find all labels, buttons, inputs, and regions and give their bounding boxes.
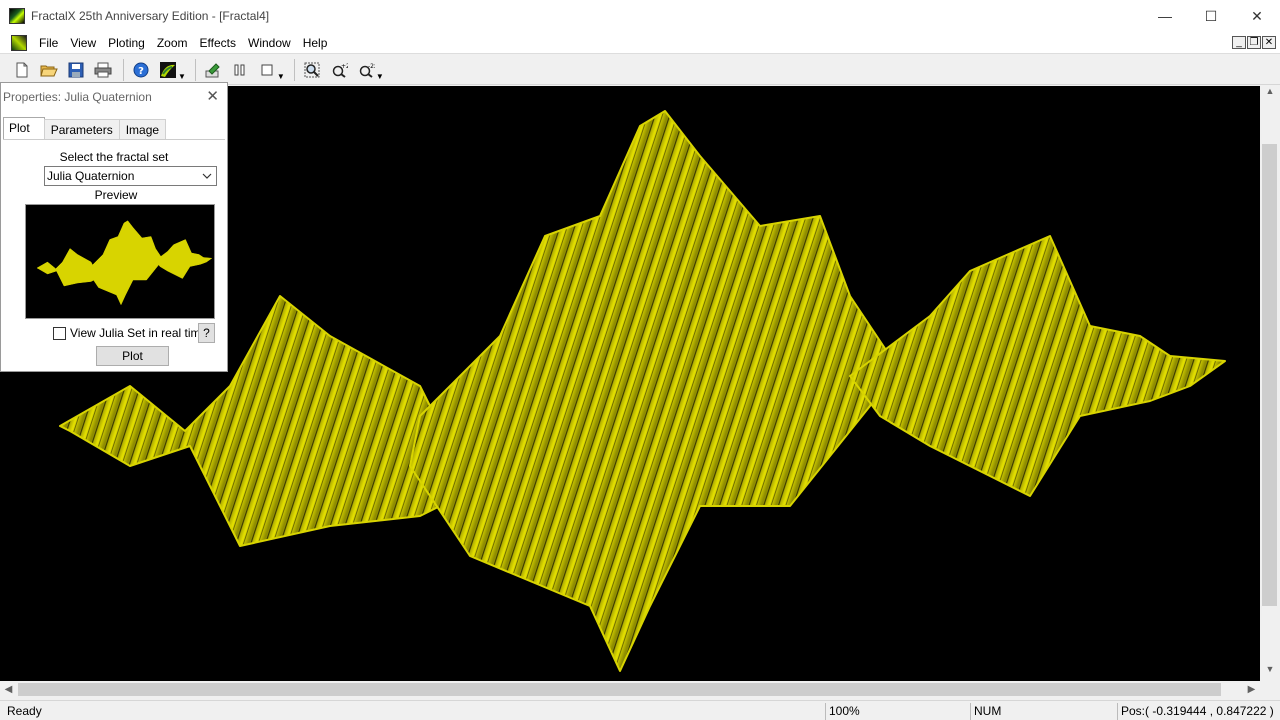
plot-tab-body: Select the fractal set Julia Quaternion …: [3, 139, 225, 370]
fractal-dropdown-arrow[interactable]: ▼: [178, 72, 186, 81]
fractal-lobe: [89, 220, 162, 305]
menu-zoom[interactable]: Zoom: [151, 32, 194, 54]
realtime-checkbox-row[interactable]: View Julia Set in real time: [53, 326, 207, 340]
mdi-close-button[interactable]: ✕: [1262, 36, 1276, 49]
fractal-icon[interactable]: [156, 58, 180, 82]
status-position: Pos:( -0.319444 , 0.847222 ): [1117, 703, 1277, 720]
scroll-up-arrow[interactable]: ▲: [1260, 86, 1280, 103]
properties-title-bar[interactable]: Properties: Julia Quaternion ✕: [1, 83, 227, 111]
app-icon: [9, 8, 25, 24]
mdi-minimize-button[interactable]: _: [1232, 36, 1246, 49]
menu-file[interactable]: File: [33, 32, 64, 54]
pause-icon[interactable]: [228, 58, 252, 82]
svg-text:+2x: +2x: [341, 63, 348, 70]
menu-help[interactable]: Help: [297, 32, 334, 54]
realtime-label: View Julia Set in real time: [70, 326, 208, 340]
maximize-button[interactable]: ☐: [1188, 0, 1234, 32]
scroll-left-arrow[interactable]: ◀: [0, 681, 17, 698]
fractal-lobe: [849, 235, 1226, 497]
properties-title: Properties: Julia Quaternion: [3, 90, 152, 104]
preview-render: [36, 220, 212, 305]
toolbar-separator: [123, 58, 124, 81]
svg-text:-2x: -2x: [368, 63, 375, 70]
toolbar-separator: [194, 58, 196, 81]
properties-tabs: Plot Parameters Image: [3, 117, 167, 139]
document-icon[interactable]: [11, 34, 27, 51]
window-title: FractalX 25th Anniversary Edition - [Fra…: [31, 9, 270, 23]
help-icon[interactable]: ?: [129, 58, 153, 82]
menu-bar: File View Ploting Zoom Effects Window He…: [0, 32, 1280, 54]
menu-effects[interactable]: Effects: [194, 32, 242, 54]
menu-ploting[interactable]: Ploting: [102, 32, 151, 54]
fractal-preview: [25, 204, 215, 319]
status-num: NUM: [970, 703, 1117, 720]
menu-window[interactable]: Window: [242, 32, 297, 54]
scroll-down-arrow[interactable]: ▼: [1260, 664, 1280, 681]
fractal-set-value: Julia Quaternion: [47, 169, 135, 183]
preview-label: Preview: [94, 188, 138, 202]
title-bar: FractalX 25th Anniversary Edition - [Fra…: [0, 0, 1280, 32]
close-button[interactable]: ✕: [1234, 0, 1280, 32]
fractal-lobe: [155, 239, 212, 279]
vertical-scroll-thumb[interactable]: [1262, 144, 1277, 606]
tab-plot[interactable]: Plot: [3, 117, 45, 139]
status-bar: Ready 100% NUM Pos:( -0.319444 , 0.84722…: [0, 700, 1280, 720]
zoom-out-icon[interactable]: -2x: [354, 58, 378, 82]
save-icon[interactable]: [64, 58, 88, 82]
horizontal-scroll-thumb[interactable]: [18, 683, 1221, 696]
status-zoom: 100%: [825, 703, 970, 720]
scroll-corner: [1260, 681, 1280, 698]
toolbar-separator: [293, 58, 295, 81]
stop-icon[interactable]: [255, 58, 279, 82]
open-icon[interactable]: [37, 58, 61, 82]
properties-panel: Properties: Julia Quaternion ✕ Plot Para…: [0, 82, 228, 372]
stop-dropdown-arrow[interactable]: ▼: [277, 72, 285, 81]
mdi-restore-button[interactable]: ❐: [1247, 36, 1261, 49]
vertical-scrollbar[interactable]: ▲ ▼: [1260, 86, 1280, 681]
tab-parameters[interactable]: Parameters: [43, 119, 120, 139]
help-button[interactable]: ?: [198, 323, 215, 343]
fractal-lobe: [36, 248, 101, 287]
zoom-in-icon[interactable]: +2x: [327, 58, 351, 82]
minimize-button[interactable]: —: [1142, 0, 1188, 32]
plot-button[interactable]: Plot: [96, 346, 169, 366]
plot-icon[interactable]: [201, 58, 225, 82]
toolbar: ? ▼ ▼ +2x -2x ▼: [0, 55, 1280, 85]
menu-view[interactable]: View: [64, 32, 102, 54]
close-icon[interactable]: ✕: [206, 83, 219, 111]
new-icon[interactable]: [10, 58, 34, 82]
realtime-checkbox[interactable]: [53, 326, 66, 340]
tab-image[interactable]: Image: [118, 119, 167, 139]
horizontal-scrollbar[interactable]: ◀ ▶: [0, 681, 1260, 698]
select-fractal-label: Select the fractal set: [59, 150, 169, 164]
fractal-lobe: [409, 110, 891, 672]
zoom-dropdown-arrow[interactable]: ▼: [376, 72, 384, 81]
scroll-right-arrow[interactable]: ▶: [1243, 681, 1260, 698]
status-ready: Ready: [7, 704, 42, 718]
zoom-window-icon[interactable]: [300, 58, 324, 82]
svg-text:?: ?: [138, 66, 144, 77]
print-icon[interactable]: [91, 58, 115, 82]
fractal-set-select[interactable]: Julia Quaternion: [44, 166, 217, 186]
